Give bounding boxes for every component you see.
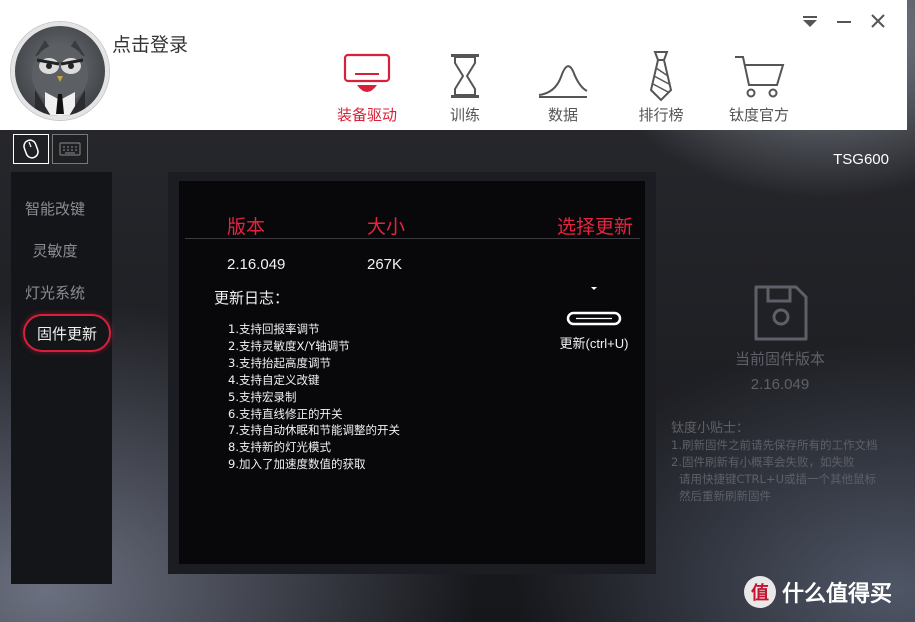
nav-ranking[interactable]: 排行榜: [612, 50, 710, 125]
changelog-item: 8.支持新的灯光模式: [228, 440, 331, 455]
main-nav: 装备驱动 训练 数据 排行榜 钛度官方: [318, 50, 808, 125]
nav-label: 训练: [449, 106, 480, 124]
keyboard-icon: [59, 142, 81, 156]
changelog-item: 6.支持直线修正的开关: [228, 406, 343, 421]
nav-label: 装备驱动: [336, 106, 397, 124]
watermark-text: 什么值得买: [782, 582, 893, 607]
sidebar-item-lighting[interactable]: 灯光系统: [12, 274, 98, 310]
current-firmware-version: 2.16.049: [750, 376, 810, 393]
sidebar-item-sensitivity[interactable]: 灵敏度: [12, 232, 98, 268]
login-link[interactable]: 点击登录: [112, 30, 188, 57]
tip-line: 1.刷新固件之前请先保存所有的工作文档: [671, 438, 878, 452]
mouse-driver-icon: [343, 53, 391, 92]
minimize-icon[interactable]: [835, 12, 853, 30]
shopping-cart-icon: [735, 56, 785, 98]
changelog-item: 2.支持灵敏度X/Y轴调节: [228, 338, 350, 353]
nav-training[interactable]: 训练: [416, 50, 514, 125]
update-firmware-button[interactable]: 更新(ctrl+U): [548, 283, 640, 355]
changelog-item: 4.支持自定义改键: [228, 372, 320, 387]
hourglass-icon: [451, 54, 479, 98]
mouse-icon: [23, 139, 39, 159]
changelog-item: 9.加入了加速度数值的获取: [228, 457, 366, 472]
tips-title: 钛度小贴士：: [671, 421, 750, 436]
tip-line: 然后重新刷新固件: [679, 489, 771, 503]
sidebar-item-smart-key[interactable]: 智能改键: [12, 190, 98, 226]
changelog-item: 1.支持回报率调节: [228, 322, 320, 336]
nav-data[interactable]: 数据: [514, 50, 612, 125]
nav-label: 钛度官方: [728, 106, 789, 124]
floppy-disk-icon: [754, 285, 808, 341]
changelog-item: 5.支持宏录制: [228, 389, 297, 404]
current-firmware-label: 当前固件版本: [734, 350, 825, 368]
column-header-size: 大小: [367, 216, 406, 238]
update-icon: [566, 287, 622, 326]
chart-curve-icon: [538, 65, 588, 98]
firmware-size-value: 267K: [367, 256, 403, 273]
changelog-item: 7.支持自动休眠和节能调整的开关: [228, 423, 400, 438]
header-divider: [185, 238, 640, 239]
sidebar-item-firmware-update[interactable]: 固件更新: [23, 314, 111, 352]
nav-official[interactable]: 钛度官方: [710, 50, 808, 125]
changelog-list: 1.支持回报率调节 2.支持灵敏度X/Y轴调节 3.支持抬起高度调节 4.支持自…: [228, 321, 400, 473]
device-tab-keyboard[interactable]: [52, 134, 88, 164]
close-icon[interactable]: [869, 12, 887, 30]
header-bar: 点击登录 装备驱动 训练 数据 排行榜 钛度官方: [0, 0, 907, 130]
column-header-select-update: 选择更新: [557, 216, 634, 238]
owl-avatar-icon: [32, 40, 88, 116]
device-model: TSG600: [833, 151, 889, 168]
changelog-title: 更新日志：: [214, 289, 290, 307]
update-button-label: 更新(ctrl+U): [559, 336, 629, 351]
window-controls: [801, 12, 887, 30]
tip-line: 2.固件刷新有小概率会失败，如失败: [671, 455, 855, 469]
device-tab-mouse[interactable]: [13, 134, 49, 164]
column-header-version: 版本: [227, 216, 266, 238]
tip-line: 请用快捷键CTRL+U或插一个其他鼠标: [679, 472, 877, 486]
tie-icon: [649, 51, 673, 102]
tips-list: 1.刷新固件之前请先保存所有的工作文档 2.固件刷新有小概率会失败，如失败 请用…: [671, 437, 877, 505]
smzdm-logo-icon: 值: [744, 576, 776, 608]
firmware-version-value: 2.16.049: [227, 256, 286, 273]
watermark: 值 什么值得买: [744, 576, 892, 608]
nav-label: 排行榜: [638, 106, 684, 124]
user-avatar[interactable]: [11, 22, 109, 120]
dropdown-menu-icon[interactable]: [801, 12, 819, 30]
nav-equipment-driver[interactable]: 装备驱动: [318, 50, 416, 125]
changelog-item: 3.支持抬起高度调节: [228, 355, 331, 370]
nav-label: 数据: [547, 106, 578, 124]
